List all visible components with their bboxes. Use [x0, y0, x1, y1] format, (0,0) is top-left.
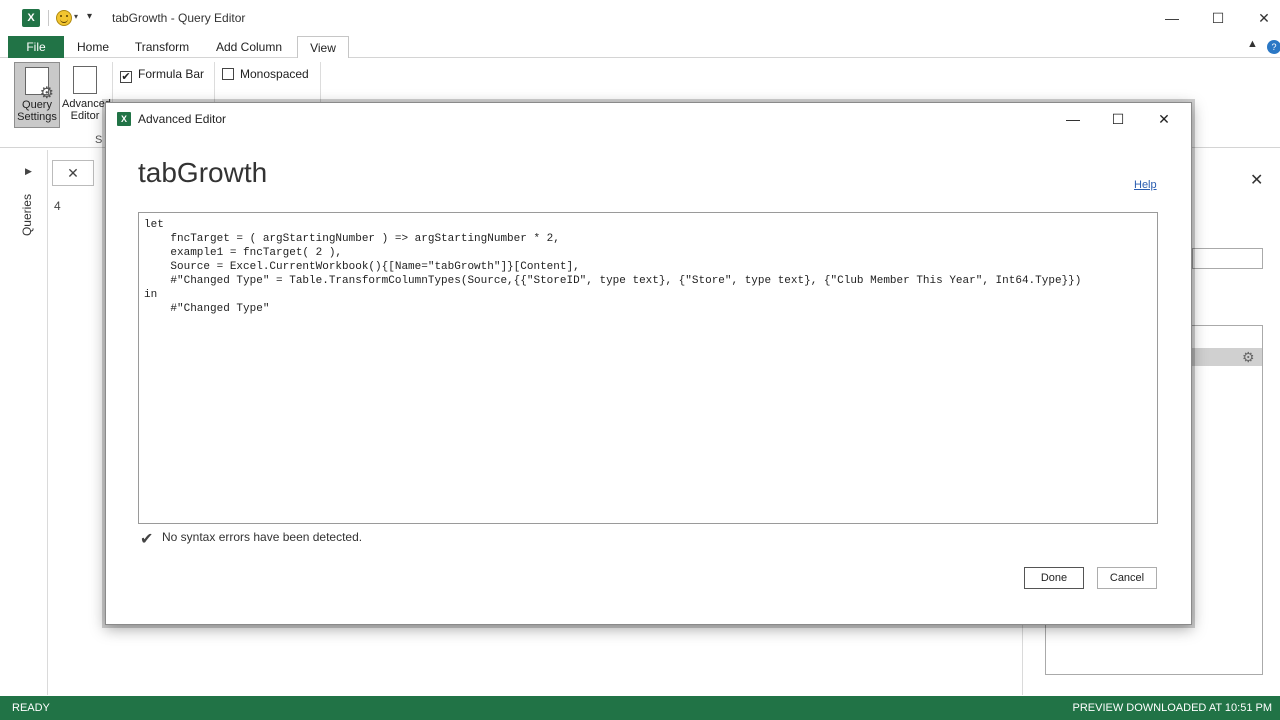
m-code-editor[interactable]: let fncTarget = ( argStartingNumber ) =>…	[138, 212, 1158, 524]
window-minimize-button[interactable]: —	[1158, 6, 1186, 30]
monospaced-label: Monospaced	[240, 67, 309, 81]
queries-label[interactable]: Queries	[20, 194, 34, 236]
query-settings-icon	[25, 67, 54, 100]
done-button[interactable]: Done	[1024, 567, 1084, 589]
code-line: #"Changed Type" = Table.TransformColumnT…	[144, 275, 1082, 287]
formula-bar-label: Formula Bar	[138, 67, 205, 81]
query-name-field[interactable]	[1192, 248, 1263, 269]
advanced-editor-icon	[73, 66, 97, 94]
feedback-dropdown-icon[interactable]: ▾	[74, 12, 78, 21]
code-line: Source = Excel.CurrentWorkbook(){[Name="…	[144, 261, 580, 273]
settings-close-icon[interactable]: ✕	[1250, 170, 1263, 190]
step-settings-gear-icon[interactable]: ⚙	[1242, 348, 1255, 366]
title-bar: X ▾ ▾ tabGrowth - Query Editor — ☐ ✕	[0, 0, 1280, 36]
expand-queries-icon[interactable]: ▶	[25, 166, 32, 177]
excel-app-icon: X	[22, 9, 40, 27]
code-line: #"Changed Type"	[144, 303, 270, 315]
formula-bar-checkbox[interactable]: ✔ Formula Bar	[120, 66, 205, 83]
checkbox-checked-icon: ✔	[120, 71, 132, 83]
queries-pane: ▶ Queries	[8, 150, 48, 695]
status-ready: READY	[12, 702, 50, 714]
ribbon-group-label: S	[95, 134, 103, 146]
dialog-minimize-button[interactable]: —	[1058, 107, 1088, 131]
query-settings-label: Query Settings	[17, 99, 57, 123]
window-title: tabGrowth - Query Editor	[112, 11, 246, 25]
query-settings-button[interactable]: Query Settings	[14, 62, 60, 128]
window-maximize-button[interactable]: ☐	[1204, 6, 1232, 30]
status-bar: READY PREVIEW DOWNLOADED AT 10:51 PM	[0, 696, 1280, 720]
quick-access-customize-icon[interactable]: ▾	[87, 11, 92, 22]
advanced-editor-button[interactable]: Advanced Editor	[62, 62, 111, 128]
syntax-status-message: No syntax errors have been detected.	[162, 530, 363, 544]
tab-transform[interactable]: Transform	[128, 36, 196, 58]
advanced-editor-label: Advanced Editor	[62, 98, 111, 122]
formula-cancel-button[interactable]: ✕	[52, 160, 94, 186]
dialog-maximize-button[interactable]: ☐	[1103, 107, 1133, 131]
dialog-title: Advanced Editor	[138, 112, 227, 126]
checkbox-unchecked-icon	[222, 68, 234, 80]
ribbon-tabs: File Home Transform Add Column View ▲	[0, 36, 1280, 59]
status-preview-time: PREVIEW DOWNLOADED AT 10:51 PM	[1072, 702, 1272, 714]
help-link[interactable]: Help	[1134, 179, 1157, 191]
help-icon[interactable]: ?	[1267, 40, 1280, 54]
syntax-ok-check-icon: ✔	[140, 531, 154, 548]
query-name-heading: tabGrowth	[138, 157, 268, 188]
title-separator	[48, 10, 49, 26]
excel-dialog-icon: X	[117, 112, 131, 126]
tab-view[interactable]: View	[297, 36, 349, 59]
code-line: example1 = fncTarget( 2 ),	[144, 247, 343, 259]
monospaced-checkbox[interactable]: Monospaced	[222, 66, 309, 82]
advanced-editor-dialog: X Advanced Editor — ☐ ✕ tabGrowth Help l…	[105, 102, 1192, 625]
dialog-close-button[interactable]: ✕	[1149, 107, 1179, 131]
tab-home[interactable]: Home	[70, 36, 116, 58]
window-close-button[interactable]: ✕	[1250, 6, 1278, 30]
send-feedback-smiley-icon[interactable]	[56, 10, 72, 26]
code-line: in	[144, 289, 158, 301]
collapse-ribbon-icon[interactable]: ▲	[1247, 38, 1258, 50]
cancel-button[interactable]: Cancel	[1097, 567, 1157, 589]
row-number: 4	[54, 199, 61, 213]
tab-add-column[interactable]: Add Column	[208, 36, 290, 58]
tab-file[interactable]: File	[8, 36, 64, 58]
code-line: let	[144, 219, 164, 231]
code-line: fncTarget = ( argStartingNumber ) => arg…	[144, 233, 560, 245]
